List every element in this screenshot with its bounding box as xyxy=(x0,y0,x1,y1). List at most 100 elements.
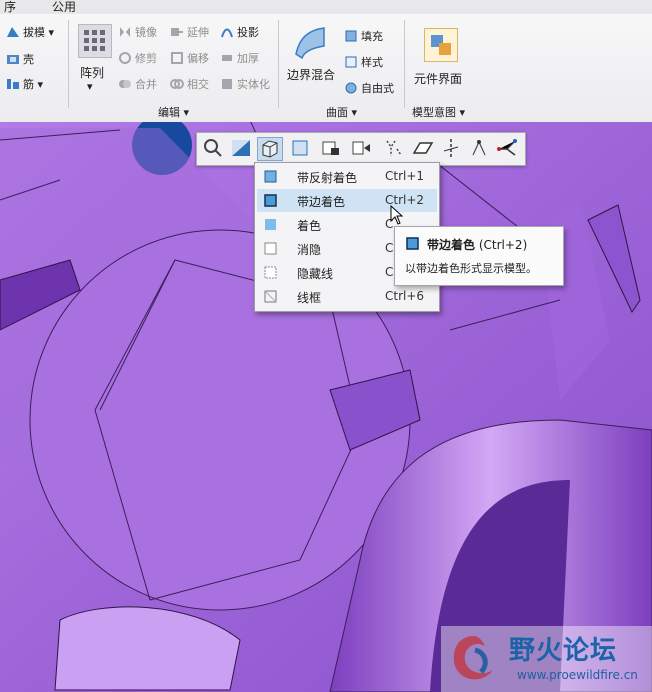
menu-item-shortcut: Ctrl+6 xyxy=(385,289,425,303)
menu-item-label: 带反射着色 xyxy=(297,171,358,185)
axis-display-icon[interactable] xyxy=(439,137,463,159)
boundary-blend-icon xyxy=(295,27,325,60)
fill-label: 填充 xyxy=(361,30,383,43)
tab-sequence[interactable]: 序 xyxy=(4,0,16,15)
mouse-cursor-icon xyxy=(390,205,404,225)
menu-item-label: 着色 xyxy=(297,219,322,233)
group-surface-text: 曲面 xyxy=(326,106,348,119)
array-button[interactable] xyxy=(78,24,112,58)
tooltip: 带边着色 (Ctrl+2) 以带边着色形式显示模型。 xyxy=(394,226,564,286)
thicken-icon xyxy=(222,55,232,61)
boundary-blend-button[interactable] xyxy=(292,24,328,60)
extend-button[interactable]: 延伸 xyxy=(170,24,209,40)
merge-button[interactable]: 合并 xyxy=(118,76,157,92)
thicken-button[interactable]: 加厚 xyxy=(220,50,259,66)
mirror-label: 镜像 xyxy=(135,26,157,39)
watermark-title: 野火论坛 xyxy=(509,636,618,666)
watermark-logo xyxy=(453,636,493,680)
group-surface-label[interactable]: 曲面 ▾ xyxy=(326,104,357,120)
saved-views-icon[interactable] xyxy=(289,137,313,159)
zoom-icon[interactable] xyxy=(201,137,225,159)
watermark-url: www.proewildfire.cn xyxy=(517,668,638,682)
ribbon-tab-bar: 序 公用 xyxy=(0,0,652,14)
csys-display-icon[interactable] xyxy=(495,137,519,159)
shell-label: 壳 xyxy=(23,53,34,66)
solidify-icon xyxy=(222,79,232,89)
style-button[interactable]: 样式 xyxy=(344,54,383,70)
forum-watermark: 野火论坛 www.proewildfire.cn xyxy=(441,626,652,692)
project-button[interactable]: 投影 xyxy=(220,24,259,40)
tooltip-description: 以带边着色形式显示模型。 xyxy=(405,262,537,275)
rib-button[interactable]: 筋 ▾ xyxy=(6,76,43,92)
tooltip-shortcut: (Ctrl+2) xyxy=(478,238,528,252)
style-icon xyxy=(345,56,357,68)
menu-item-label: 消隐 xyxy=(297,243,322,257)
array-label: 阵列 xyxy=(80,66,105,80)
menu-item-shortcut: C xyxy=(385,265,394,279)
menu-item-shading-with-reflections[interactable]: 带反射着色 Ctrl+1 xyxy=(257,165,437,188)
solidify-label: 实体化 xyxy=(237,78,270,91)
menu-item-label: 带边着色 xyxy=(297,195,346,209)
merge-icon xyxy=(119,80,131,88)
element-interface-icon xyxy=(431,35,451,55)
draft-icon xyxy=(7,27,19,37)
mirror-icon xyxy=(120,27,130,37)
trim-label: 修剪 xyxy=(135,52,157,65)
freestyle-button[interactable]: 自由式 xyxy=(344,80,394,96)
perspective-icon[interactable] xyxy=(349,137,373,159)
merge-label: 合并 xyxy=(135,78,157,91)
tooltip-title: 带边着色 (Ctrl+2) xyxy=(427,236,527,253)
menu-item-shortcut: C xyxy=(385,241,394,255)
trim-icon xyxy=(119,52,131,64)
group-model-intent-label[interactable]: 模型意图 ▾ xyxy=(412,104,465,120)
element-interface-label: 元件界面 xyxy=(414,72,463,86)
view-manager-icon[interactable] xyxy=(319,137,343,159)
menu-item-label: 线框 xyxy=(297,291,322,305)
rib-label: 筋 xyxy=(23,78,34,91)
refit-icon[interactable] xyxy=(229,137,253,159)
solidify-button[interactable]: 实体化 xyxy=(220,76,270,92)
draft-label: 拔模 xyxy=(23,26,45,39)
boundary-blend-label: 边界混合 xyxy=(287,68,336,82)
shading-edges-icon xyxy=(264,194,277,207)
trim-button[interactable]: 修剪 xyxy=(118,50,157,66)
style-label: 样式 xyxy=(361,56,383,69)
project-icon xyxy=(221,28,233,38)
draft-button[interactable]: 拔模 ▾ xyxy=(6,24,54,40)
offset-label: 偏移 xyxy=(187,52,209,65)
group-edit-label[interactable]: 编辑 ▾ xyxy=(158,104,189,120)
menu-item-label: 隐藏线 xyxy=(297,267,334,281)
offset-icon xyxy=(171,52,183,64)
array-dropdown-icon[interactable]: ▾ xyxy=(87,80,93,93)
rib-icon xyxy=(7,79,19,89)
display-style-icon[interactable] xyxy=(257,137,283,161)
shell-button[interactable]: 壳 xyxy=(6,51,34,67)
thicken-label: 加厚 xyxy=(237,52,259,65)
annotation-display-icon[interactable] xyxy=(381,137,405,159)
shading-icon xyxy=(265,219,276,230)
extend-icon xyxy=(171,28,183,36)
group-edit-text: 编辑 xyxy=(158,106,180,119)
shading-edges-icon xyxy=(406,237,419,250)
ribbon: 拔模 ▾ 壳 筋 ▾ 阵列 ▾ 镜像 延伸 投影 修剪 偏移 加厚 合并 相交 … xyxy=(0,14,652,123)
mirror-button[interactable]: 镜像 xyxy=(118,24,157,40)
tab-utility[interactable]: 公用 xyxy=(52,0,76,15)
menu-item-shortcut: Ctrl+1 xyxy=(385,169,425,183)
hidden-line-icon xyxy=(264,266,277,279)
separator xyxy=(404,20,405,108)
offset-button[interactable]: 偏移 xyxy=(170,50,209,66)
element-interface-button[interactable] xyxy=(424,28,458,62)
no-hidden-icon xyxy=(264,242,277,255)
group-model-intent-text: 模型意图 xyxy=(412,106,456,119)
tooltip-title-text: 带边着色 xyxy=(427,238,476,252)
intersect-label: 相交 xyxy=(187,78,209,91)
fill-button[interactable]: 填充 xyxy=(344,28,383,44)
graphics-toolbar xyxy=(196,132,526,166)
menu-item-wireframe[interactable]: 线框 Ctrl+6 xyxy=(257,285,437,308)
extend-label: 延伸 xyxy=(187,26,209,39)
wireframe-icon xyxy=(264,290,277,303)
point-display-icon[interactable] xyxy=(467,137,491,159)
plane-display-icon[interactable] xyxy=(411,137,435,159)
menu-item-shading-with-edges[interactable]: 带边着色 Ctrl+2 xyxy=(257,189,437,212)
intersect-button[interactable]: 相交 xyxy=(170,76,209,92)
